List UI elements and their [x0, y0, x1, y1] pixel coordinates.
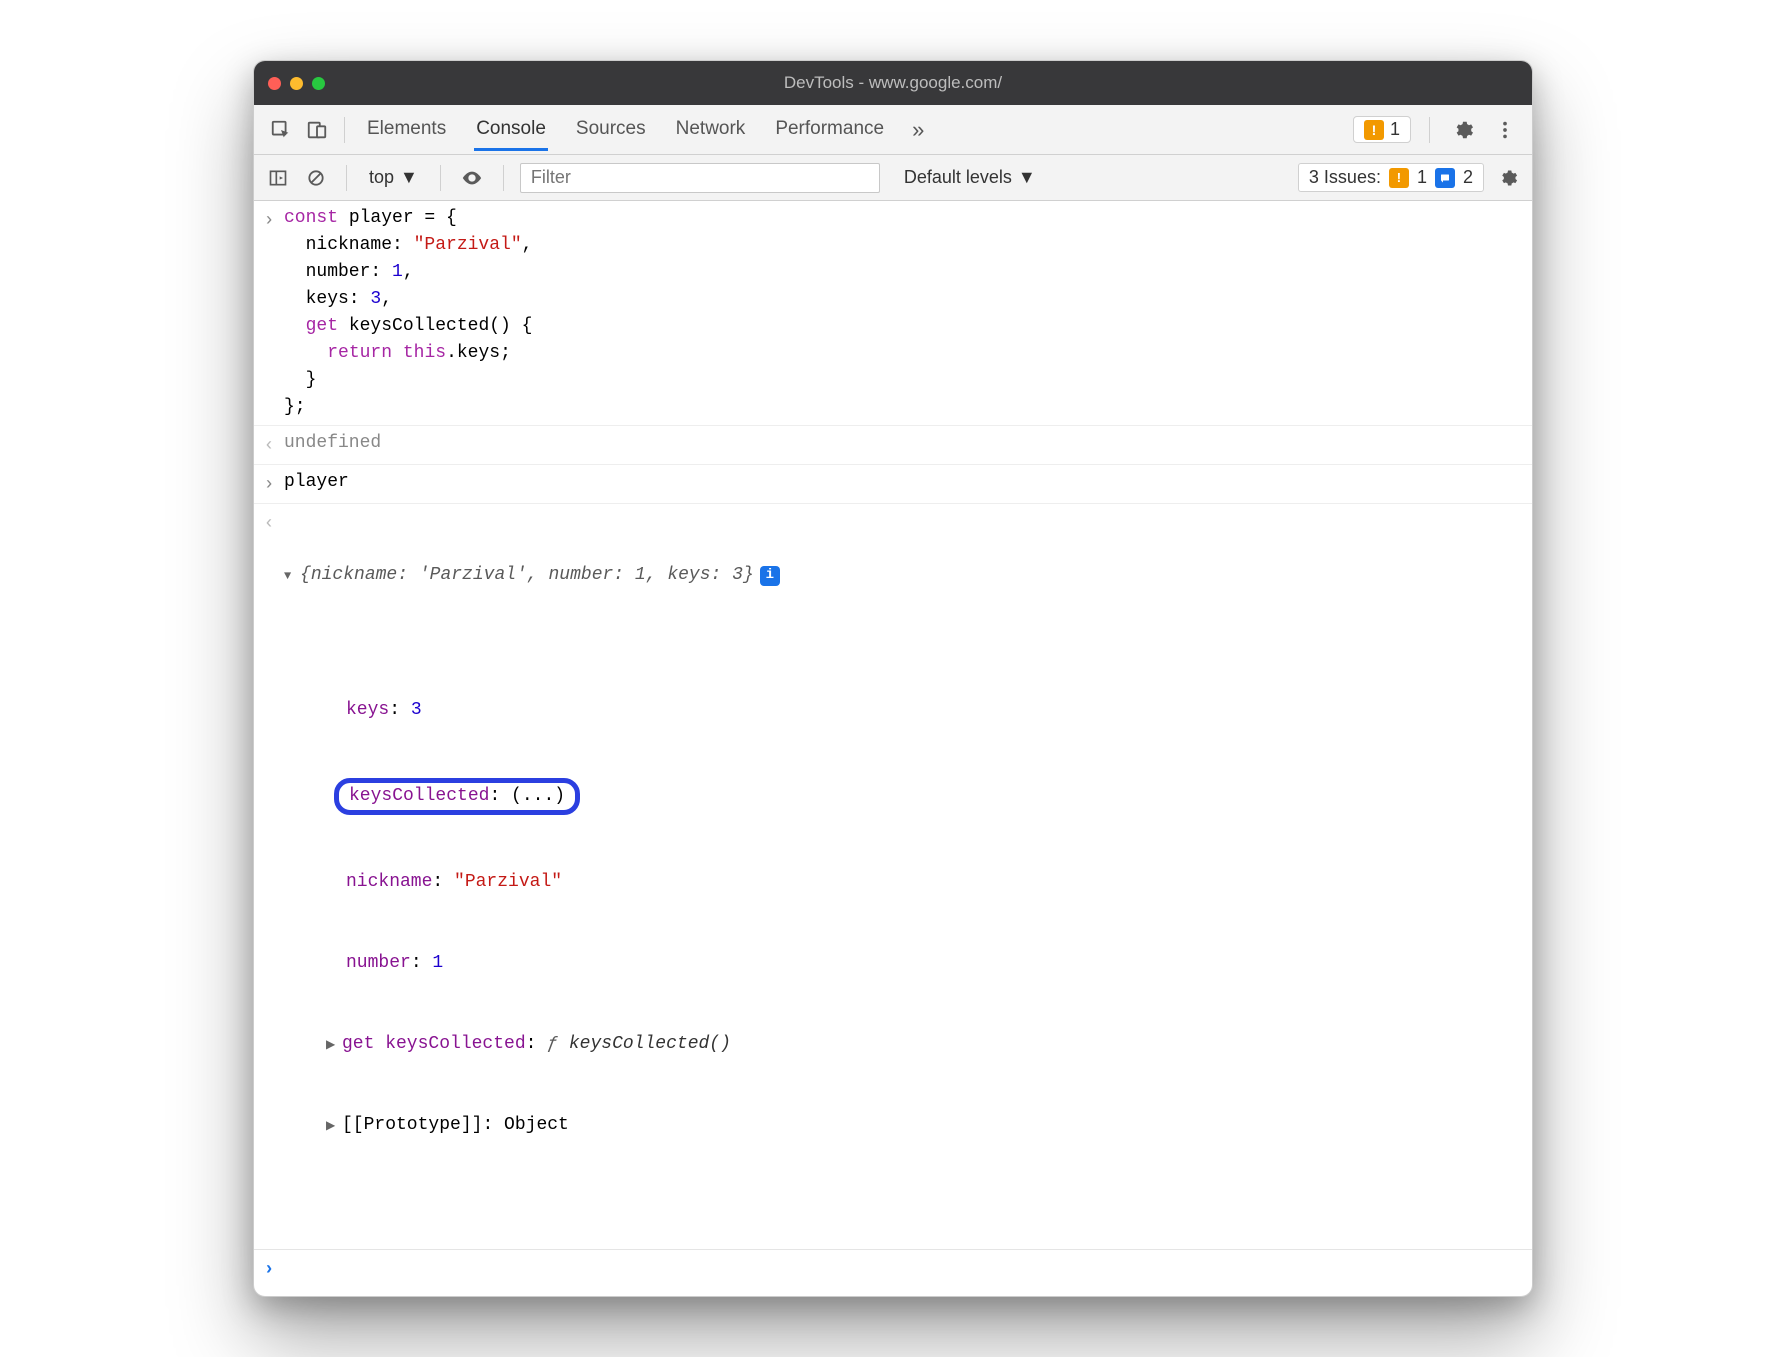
- issues-warn-count: 1: [1417, 167, 1427, 188]
- more-tabs-button[interactable]: »: [912, 117, 924, 143]
- prop-key: get keysCollected: [342, 1034, 526, 1054]
- tab-console[interactable]: Console: [474, 108, 548, 151]
- inspect-element-icon[interactable]: [266, 119, 296, 141]
- chevron-down-icon: ▼: [1018, 167, 1036, 188]
- property-row[interactable]: keys: 3: [294, 697, 1522, 724]
- prop-key: keysCollected: [349, 786, 489, 806]
- property-row-highlighted[interactable]: keysCollected: (...): [294, 778, 1522, 815]
- output-chevron-icon: [254, 430, 284, 460]
- prompt-chevron-icon: [254, 1254, 284, 1284]
- prop-value[interactable]: (...): [511, 786, 565, 806]
- settings-gear-icon[interactable]: [1448, 115, 1478, 145]
- prompt-input[interactable]: [284, 1254, 1532, 1281]
- prop-value: 3: [411, 700, 422, 720]
- window-title: DevTools - www.google.com/: [254, 73, 1532, 93]
- warning-icon: !: [1389, 168, 1409, 188]
- clear-console-icon[interactable]: [302, 166, 330, 190]
- separator: [346, 165, 347, 191]
- prop-key: keys: [346, 700, 389, 720]
- execution-context-select[interactable]: top ▼: [363, 167, 424, 188]
- panel-tabs: Elements Console Sources Network Perform…: [365, 108, 886, 151]
- property-row[interactable]: number: 1: [294, 950, 1522, 977]
- info-icon: [1435, 168, 1455, 188]
- devtools-window: DevTools - www.google.com/ Elements Cons…: [253, 60, 1533, 1297]
- log-levels-select[interactable]: Default levels ▼: [904, 167, 1036, 188]
- prop-value: "Parzival": [454, 872, 562, 892]
- issues-info-count: 2: [1463, 167, 1473, 188]
- disclosure-triangle-icon[interactable]: [284, 567, 300, 585]
- prop-value: 1: [432, 953, 443, 973]
- issues-button[interactable]: 3 Issues: ! 1 2: [1298, 163, 1484, 192]
- output-chevron-icon: [254, 508, 284, 538]
- separator: [440, 165, 441, 191]
- device-toolbar-icon[interactable]: [302, 119, 332, 141]
- code-block: const player = { nickname: "Parzival", n…: [284, 205, 1532, 421]
- console-output-row: {nickname: 'Parzival', number: 1, keys: …: [254, 504, 1532, 1249]
- issues-label: 3 Issues:: [1309, 167, 1381, 188]
- filter-input[interactable]: [520, 163, 880, 193]
- function-f: ƒ: [547, 1034, 558, 1054]
- property-row-prototype[interactable]: [[Prototype]]: Object: [294, 1112, 1522, 1139]
- tab-network[interactable]: Network: [674, 108, 748, 151]
- input-chevron-icon: [254, 469, 284, 499]
- warning-icon: !: [1364, 120, 1384, 140]
- chevron-down-icon: ▼: [400, 167, 418, 188]
- undefined-result: undefined: [284, 430, 1532, 457]
- disclosure-triangle-icon[interactable]: [326, 1117, 342, 1135]
- console-settings-gear-icon[interactable]: [1494, 164, 1522, 192]
- levels-label: Default levels: [904, 167, 1012, 188]
- info-icon[interactable]: i: [760, 566, 780, 586]
- console-output: const player = { nickname: "Parzival", n…: [254, 201, 1532, 1296]
- object-preview[interactable]: {nickname: 'Parzival', number: 1, keys: …: [284, 508, 1532, 1247]
- separator: [1429, 117, 1430, 143]
- separator: [344, 117, 345, 143]
- console-output-row: undefined: [254, 426, 1532, 465]
- tab-elements[interactable]: Elements: [365, 108, 448, 151]
- warnings-badge[interactable]: ! 1: [1353, 116, 1411, 143]
- console-input-row[interactable]: const player = { nickname: "Parzival", n…: [254, 201, 1532, 426]
- prop-value: Object: [504, 1115, 569, 1135]
- property-row[interactable]: nickname: "Parzival": [294, 869, 1522, 896]
- input-chevron-icon: [254, 205, 284, 235]
- disclosure-triangle-icon[interactable]: [326, 1036, 342, 1054]
- function-name: keysCollected(): [569, 1034, 731, 1054]
- prop-key: nickname: [346, 872, 432, 892]
- titlebar: DevTools - www.google.com/: [254, 61, 1532, 105]
- toggle-sidebar-icon[interactable]: [264, 166, 292, 190]
- console-input-row[interactable]: player: [254, 465, 1532, 504]
- separator: [503, 165, 504, 191]
- devtools-tabstrip: Elements Console Sources Network Perform…: [254, 105, 1532, 155]
- prop-key: number: [346, 953, 411, 973]
- property-row-getter[interactable]: get keysCollected: ƒ keysCollected(): [294, 1031, 1522, 1058]
- warnings-count: 1: [1390, 119, 1400, 140]
- live-expression-eye-icon[interactable]: [457, 165, 487, 191]
- prop-key: [[Prototype]]: [342, 1115, 482, 1135]
- tab-sources[interactable]: Sources: [574, 108, 648, 151]
- context-label: top: [369, 167, 394, 188]
- console-toolbar: top ▼ Default levels ▼ 3 Issues: ! 1 2: [254, 155, 1532, 201]
- tab-performance[interactable]: Performance: [773, 108, 886, 151]
- kebab-menu-icon[interactable]: [1490, 115, 1520, 145]
- console-prompt-row[interactable]: [254, 1250, 1532, 1288]
- expression: player: [284, 469, 1532, 496]
